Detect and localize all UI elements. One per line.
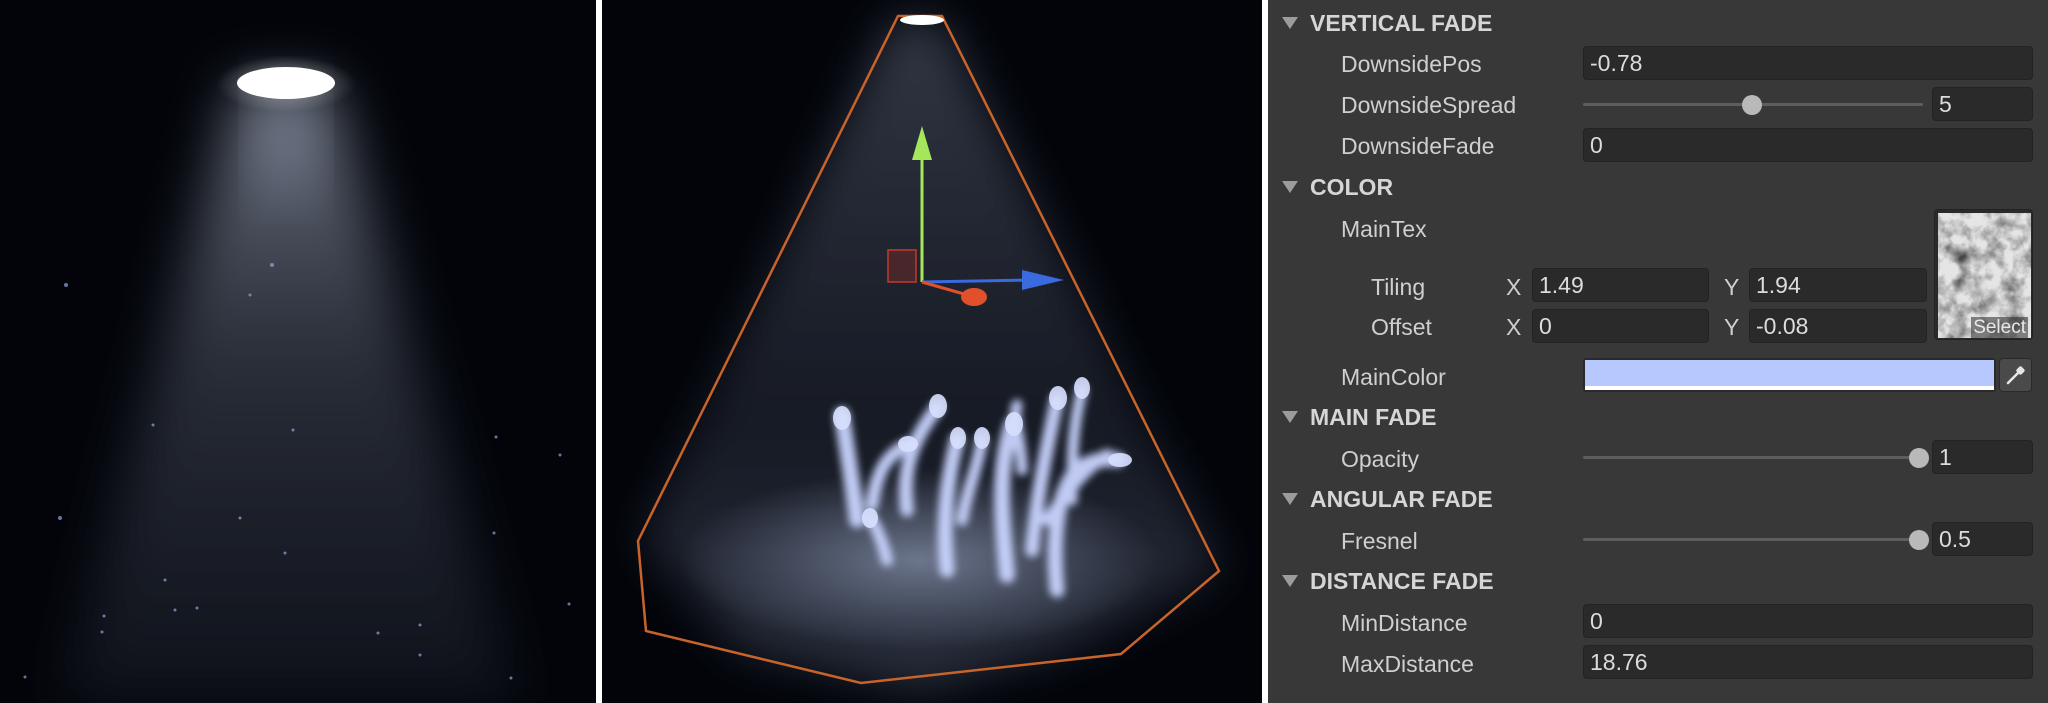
- fresnel-slider-thumb[interactable]: [1909, 530, 1929, 550]
- eyedropper-icon: [2006, 366, 2025, 385]
- min-distance-label: MinDistance: [1341, 610, 1468, 636]
- fresnel-slider-track[interactable]: [1583, 538, 1923, 541]
- foldout-arrow-icon[interactable]: [1282, 181, 1298, 193]
- min-distance-field[interactable]: 0: [1583, 604, 2033, 638]
- scene-view: [602, 0, 1262, 703]
- opacity-label: Opacity: [1341, 446, 1419, 472]
- foldout-arrow-icon[interactable]: [1282, 575, 1298, 587]
- eyedropper-button[interactable]: [1999, 358, 2032, 392]
- tiling-x-axis: X: [1506, 274, 1522, 300]
- downside-spread-field[interactable]: 5: [1932, 87, 2033, 121]
- downside-spread-slider-thumb[interactable]: [1742, 95, 1762, 115]
- downside-pos-field[interactable]: -0.78: [1583, 46, 2033, 80]
- section-title: VERTICAL FADE: [1310, 10, 1493, 36]
- section-title: DISTANCE FADE: [1310, 568, 1494, 594]
- foldout-arrow-icon[interactable]: [1282, 17, 1298, 29]
- downside-fade-field[interactable]: 0: [1583, 128, 2033, 162]
- offset-y-axis: Y: [1724, 314, 1740, 340]
- offset-x-axis: X: [1506, 314, 1522, 340]
- alpha-bar: [1585, 386, 1994, 390]
- game-view-left: [0, 0, 596, 703]
- opacity-field[interactable]: 1: [1932, 440, 2033, 474]
- section-title: ANGULAR FADE: [1310, 486, 1493, 512]
- fresnel-label: Fresnel: [1341, 528, 1418, 554]
- offset-label: Offset: [1371, 314, 1432, 340]
- spotlight-lamp: [237, 67, 335, 99]
- main-tex-thumbnail[interactable]: Select: [1934, 209, 2033, 340]
- opacity-slider-thumb[interactable]: [1909, 448, 1929, 468]
- main-tex-label: MainTex: [1341, 216, 1427, 242]
- tiling-x-field[interactable]: 1.49: [1532, 268, 1709, 302]
- tiling-y-field[interactable]: 1.94: [1749, 268, 1927, 302]
- foldout-arrow-icon[interactable]: [1282, 493, 1298, 505]
- max-distance-label: MaxDistance: [1341, 651, 1474, 677]
- opacity-slider-track[interactable]: [1583, 456, 1923, 459]
- scene-render: [636, 14, 1222, 690]
- downside-spread-label: DownsideSpread: [1341, 92, 1517, 118]
- spotlight-lamp-top: [900, 15, 944, 25]
- spotlight-render-left: [23, 56, 571, 703]
- offset-x-field[interactable]: 0: [1532, 309, 1709, 343]
- inspector-panel: VERTICAL FADE DownsidePos -0.78 Downside…: [1268, 0, 2048, 703]
- foldout-arrow-icon[interactable]: [1282, 411, 1298, 423]
- fresnel-field[interactable]: 0.5: [1932, 522, 2033, 556]
- downside-fade-label: DownsideFade: [1341, 133, 1495, 159]
- offset-y-field[interactable]: -0.08: [1749, 309, 1927, 343]
- select-texture-button[interactable]: Select: [1971, 317, 2028, 339]
- main-color-field[interactable]: [1583, 358, 1996, 392]
- main-color-label: MainColor: [1341, 364, 1446, 390]
- max-distance-field[interactable]: 18.76: [1583, 645, 2033, 679]
- section-title: COLOR: [1310, 174, 1394, 200]
- tiling-label: Tiling: [1371, 274, 1426, 300]
- tiling-y-axis: Y: [1724, 274, 1740, 300]
- section-title: MAIN FADE: [1310, 404, 1437, 430]
- downside-pos-label: DownsidePos: [1341, 51, 1482, 77]
- main-color-swatch: [1585, 360, 1994, 386]
